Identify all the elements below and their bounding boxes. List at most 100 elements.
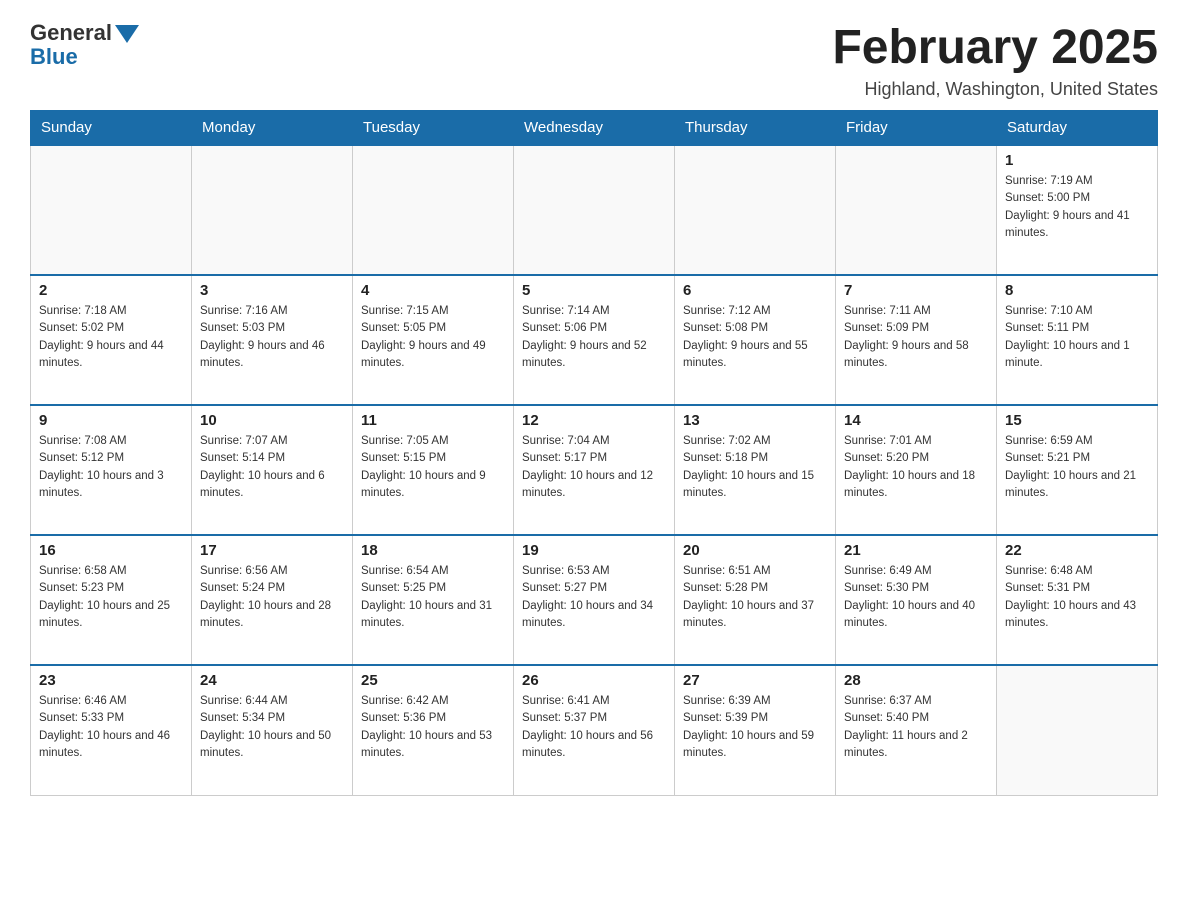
day-info: Sunrise: 7:18 AMSunset: 5:02 PMDaylight:… <box>39 303 183 372</box>
calendar-cell <box>514 145 675 275</box>
day-info: Sunrise: 7:08 AMSunset: 5:12 PMDaylight:… <box>39 433 183 502</box>
calendar-header-monday: Monday <box>192 111 353 146</box>
day-number: 21 <box>844 542 988 559</box>
day-info: Sunrise: 6:42 AMSunset: 5:36 PMDaylight:… <box>361 693 505 762</box>
day-number: 10 <box>200 412 344 429</box>
day-info: Sunrise: 7:01 AMSunset: 5:20 PMDaylight:… <box>844 433 988 502</box>
calendar-cell: 27 Sunrise: 6:39 AMSunset: 5:39 PMDayligh… <box>675 665 836 795</box>
day-number: 8 <box>1005 282 1149 299</box>
day-number: 1 <box>1005 152 1149 169</box>
day-info: Sunrise: 7:04 AMSunset: 5:17 PMDaylight:… <box>522 433 666 502</box>
day-number: 13 <box>683 412 827 429</box>
day-info: Sunrise: 7:02 AMSunset: 5:18 PMDaylight:… <box>683 433 827 502</box>
calendar-cell: 16 Sunrise: 6:58 AMSunset: 5:23 PMDayligh… <box>31 535 192 665</box>
day-number: 17 <box>200 542 344 559</box>
calendar-cell: 20Sunrise: 6:51 AMSunset: 5:28 PMDayligh… <box>675 535 836 665</box>
day-info: Sunrise: 7:05 AMSunset: 5:15 PMDaylight:… <box>361 433 505 502</box>
day-info: Sunrise: 6:59 AMSunset: 5:21 PMDaylight:… <box>1005 433 1149 502</box>
calendar-cell: 18 Sunrise: 6:54 AMSunset: 5:25 PMDayligh… <box>353 535 514 665</box>
calendar-cell: 5Sunrise: 7:14 AMSunset: 5:06 PMDaylight… <box>514 275 675 405</box>
calendar-cell: 28 Sunrise: 6:37 AMSunset: 5:40 PMDayligh… <box>836 665 997 795</box>
calendar-header-row: SundayMondayTuesdayWednesdayThursdayFrid… <box>31 111 1158 146</box>
day-number: 3 <box>200 282 344 299</box>
calendar-cell: 13 Sunrise: 7:02 AMSunset: 5:18 PMDayligh… <box>675 405 836 535</box>
day-number: 6 <box>683 282 827 299</box>
day-info: Sunrise: 7:14 AMSunset: 5:06 PMDaylight:… <box>522 303 666 372</box>
day-info: Sunrise: 6:49 AMSunset: 5:30 PMDaylight:… <box>844 563 988 632</box>
day-number: 26 <box>522 672 666 689</box>
calendar-cell: 22 Sunrise: 6:48 AMSunset: 5:31 PMDayligh… <box>997 535 1158 665</box>
calendar-cell: 3 Sunrise: 7:16 AMSunset: 5:03 PMDaylight… <box>192 275 353 405</box>
day-number: 14 <box>844 412 988 429</box>
day-info: Sunrise: 6:46 AMSunset: 5:33 PMDaylight:… <box>39 693 183 762</box>
calendar-cell: 17Sunrise: 6:56 AMSunset: 5:24 PMDayligh… <box>192 535 353 665</box>
calendar-cell <box>31 145 192 275</box>
day-info: Sunrise: 6:48 AMSunset: 5:31 PMDaylight:… <box>1005 563 1149 632</box>
day-number: 23 <box>39 672 183 689</box>
calendar-cell: 8 Sunrise: 7:10 AMSunset: 5:11 PMDaylight… <box>997 275 1158 405</box>
day-number: 25 <box>361 672 505 689</box>
calendar-cell: 15 Sunrise: 6:59 AMSunset: 5:21 PMDayligh… <box>997 405 1158 535</box>
day-number: 9 <box>39 412 183 429</box>
day-info: Sunrise: 6:53 AMSunset: 5:27 PMDaylight:… <box>522 563 666 632</box>
day-info: Sunrise: 7:07 AMSunset: 5:14 PMDaylight:… <box>200 433 344 502</box>
day-info: Sunrise: 7:10 AMSunset: 5:11 PMDaylight:… <box>1005 303 1149 372</box>
day-number: 24 <box>200 672 344 689</box>
day-info: Sunrise: 7:15 AMSunset: 5:05 PMDaylight:… <box>361 303 505 372</box>
day-info: Sunrise: 6:58 AMSunset: 5:23 PMDaylight:… <box>39 563 183 632</box>
calendar-week-row: 9 Sunrise: 7:08 AMSunset: 5:12 PMDaylight… <box>31 405 1158 535</box>
day-info: Sunrise: 6:54 AMSunset: 5:25 PMDaylight:… <box>361 563 505 632</box>
calendar-cell <box>192 145 353 275</box>
title-section: February 2025 Highland, Washington, Unit… <box>832 20 1158 100</box>
calendar-header-sunday: Sunday <box>31 111 192 146</box>
day-number: 11 <box>361 412 505 429</box>
calendar-cell: 25 Sunrise: 6:42 AMSunset: 5:36 PMDayligh… <box>353 665 514 795</box>
day-info: Sunrise: 6:44 AMSunset: 5:34 PMDaylight:… <box>200 693 344 762</box>
day-number: 27 <box>683 672 827 689</box>
logo: General Blue <box>30 20 139 70</box>
day-number: 19 <box>522 542 666 559</box>
calendar-cell: 9 Sunrise: 7:08 AMSunset: 5:12 PMDaylight… <box>31 405 192 535</box>
calendar-header-saturday: Saturday <box>997 111 1158 146</box>
day-info: Sunrise: 7:16 AMSunset: 5:03 PMDaylight:… <box>200 303 344 372</box>
calendar-cell: 7 Sunrise: 7:11 AMSunset: 5:09 PMDaylight… <box>836 275 997 405</box>
day-number: 16 <box>39 542 183 559</box>
logo-general-text: General <box>30 20 112 46</box>
calendar-cell: 26Sunrise: 6:41 AMSunset: 5:37 PMDayligh… <box>514 665 675 795</box>
day-number: 18 <box>361 542 505 559</box>
day-number: 22 <box>1005 542 1149 559</box>
day-info: Sunrise: 7:11 AMSunset: 5:09 PMDaylight:… <box>844 303 988 372</box>
calendar-week-row: 16 Sunrise: 6:58 AMSunset: 5:23 PMDayligh… <box>31 535 1158 665</box>
calendar-week-row: 2 Sunrise: 7:18 AMSunset: 5:02 PMDaylight… <box>31 275 1158 405</box>
day-info: Sunrise: 6:39 AMSunset: 5:39 PMDaylight:… <box>683 693 827 762</box>
day-number: 28 <box>844 672 988 689</box>
calendar-header-wednesday: Wednesday <box>514 111 675 146</box>
day-number: 15 <box>1005 412 1149 429</box>
calendar-week-row: 23 Sunrise: 6:46 AMSunset: 5:33 PMDayligh… <box>31 665 1158 795</box>
logo-arrow-icon <box>115 25 139 43</box>
calendar-cell: 14 Sunrise: 7:01 AMSunset: 5:20 PMDayligh… <box>836 405 997 535</box>
calendar-subtitle: Highland, Washington, United States <box>832 79 1158 100</box>
calendar-cell <box>353 145 514 275</box>
calendar-cell: 24 Sunrise: 6:44 AMSunset: 5:34 PMDayligh… <box>192 665 353 795</box>
calendar-week-row: 1 Sunrise: 7:19 AMSunset: 5:00 PMDaylight… <box>31 145 1158 275</box>
day-number: 2 <box>39 282 183 299</box>
calendar-cell <box>836 145 997 275</box>
calendar-cell: 19 Sunrise: 6:53 AMSunset: 5:27 PMDayligh… <box>514 535 675 665</box>
calendar-cell <box>675 145 836 275</box>
day-number: 7 <box>844 282 988 299</box>
day-info: Sunrise: 6:37 AMSunset: 5:40 PMDaylight:… <box>844 693 988 762</box>
calendar-cell: 23 Sunrise: 6:46 AMSunset: 5:33 PMDayligh… <box>31 665 192 795</box>
calendar-cell: 4Sunrise: 7:15 AMSunset: 5:05 PMDaylight… <box>353 275 514 405</box>
page-header: General Blue February 2025 Highland, Was… <box>30 20 1158 100</box>
calendar-cell: 2 Sunrise: 7:18 AMSunset: 5:02 PMDaylight… <box>31 275 192 405</box>
calendar-table: SundayMondayTuesdayWednesdayThursdayFrid… <box>30 110 1158 796</box>
calendar-title: February 2025 <box>832 20 1158 75</box>
calendar-cell: 1 Sunrise: 7:19 AMSunset: 5:00 PMDaylight… <box>997 145 1158 275</box>
day-info: Sunrise: 7:12 AMSunset: 5:08 PMDaylight:… <box>683 303 827 372</box>
day-info: Sunrise: 7:19 AMSunset: 5:00 PMDaylight:… <box>1005 173 1149 242</box>
calendar-header-tuesday: Tuesday <box>353 111 514 146</box>
logo-blue-text: Blue <box>30 44 78 70</box>
day-number: 20 <box>683 542 827 559</box>
calendar-cell: 11 Sunrise: 7:05 AMSunset: 5:15 PMDayligh… <box>353 405 514 535</box>
